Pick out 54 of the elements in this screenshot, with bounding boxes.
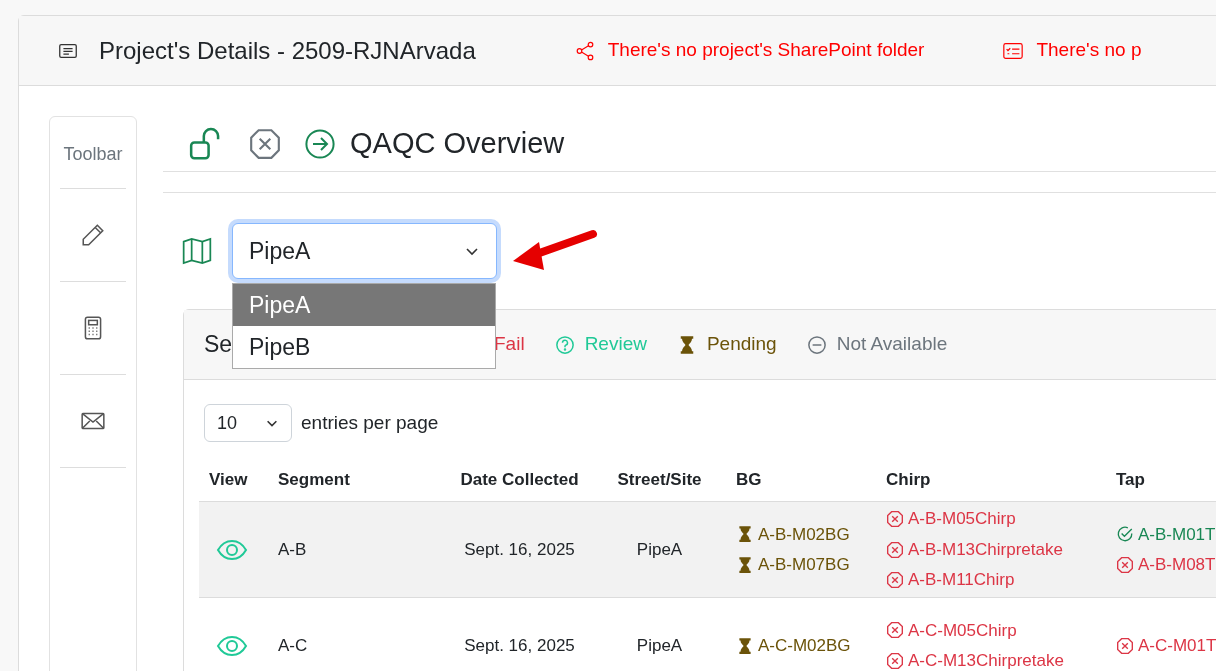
table-cell: A-C: [278, 635, 308, 655]
warning-text: There's no project's SharePoint folder: [607, 38, 925, 63]
column-header: Date Collected: [460, 469, 579, 489]
x-octagon-icon: [1116, 636, 1134, 655]
column-header: Chirp: [886, 469, 931, 489]
dash-circle-icon: [806, 334, 827, 355]
column-header: BG: [736, 469, 762, 489]
column-header: Segment: [278, 469, 350, 489]
table-cell: PipeA: [636, 635, 683, 655]
column-header: View: [209, 469, 248, 489]
toolbar-title: Toolbar: [60, 141, 126, 189]
warning-text: There's no p: [1036, 38, 1142, 63]
select-option[interactable]: PipeA: [233, 284, 495, 326]
status-link[interactable]: A-B-M13Chirpretake: [908, 536, 1063, 563]
table-cell: A-B: [278, 539, 307, 559]
legend-label: Not Available: [836, 332, 948, 357]
hourglass-icon: [736, 525, 754, 544]
column-header: Tap: [1116, 469, 1145, 489]
x-octagon-icon[interactable]: [248, 126, 282, 161]
status-link[interactable]: A-C-M13Chirpretake: [908, 648, 1064, 671]
card-title: Se: [204, 331, 233, 358]
pencil-icon[interactable]: [80, 222, 106, 248]
legend-label: Fail: [494, 332, 525, 357]
x-octagon-icon: [886, 621, 904, 640]
status-link[interactable]: A-C-M01T: [1138, 632, 1216, 659]
legend-label: Pending: [706, 332, 777, 357]
status-link[interactable]: A-B-M07BG: [758, 552, 850, 578]
table-cell: Sept. 16, 2025: [464, 635, 575, 655]
question-circle-icon: [554, 334, 575, 355]
status-link[interactable]: A-B-M05Chirp: [908, 506, 1016, 532]
status-link[interactable]: A-C-M05Chirp: [908, 617, 1017, 643]
x-octagon-icon: [886, 540, 904, 559]
map-icon: [181, 235, 213, 267]
x-octagon-icon: [886, 651, 904, 670]
entries-select[interactable]: 10: [204, 404, 292, 442]
legend-label: Review: [584, 332, 647, 357]
check-circle-icon: [1116, 525, 1134, 544]
x-octagon-icon: [886, 510, 904, 528]
x-octagon-icon: [886, 571, 904, 589]
status-link[interactable]: A-C-M02BG: [758, 632, 851, 659]
status-link[interactable]: A-B-M11Chirp: [908, 567, 1015, 593]
entries-label: entries per page: [301, 410, 439, 435]
column-header: Street/Site: [617, 469, 702, 489]
status-link[interactable]: A-B-M08T: [1138, 552, 1216, 578]
hourglass-icon: [736, 636, 754, 655]
page-title: QAQC Overview: [350, 125, 565, 161]
page-header-title: Project's Details - 2509-RJNArvada: [99, 35, 476, 66]
table-cell: Sept. 16, 2025: [464, 539, 575, 559]
x-octagon-icon: [1116, 555, 1134, 574]
arrow-right-circle-icon[interactable]: [304, 127, 336, 160]
status-link[interactable]: A-B-M02BG: [758, 521, 850, 547]
table-cell: PipeA: [636, 539, 683, 559]
hourglass-icon: [736, 555, 754, 574]
status-link[interactable]: A-B-M01T: [1138, 521, 1216, 547]
